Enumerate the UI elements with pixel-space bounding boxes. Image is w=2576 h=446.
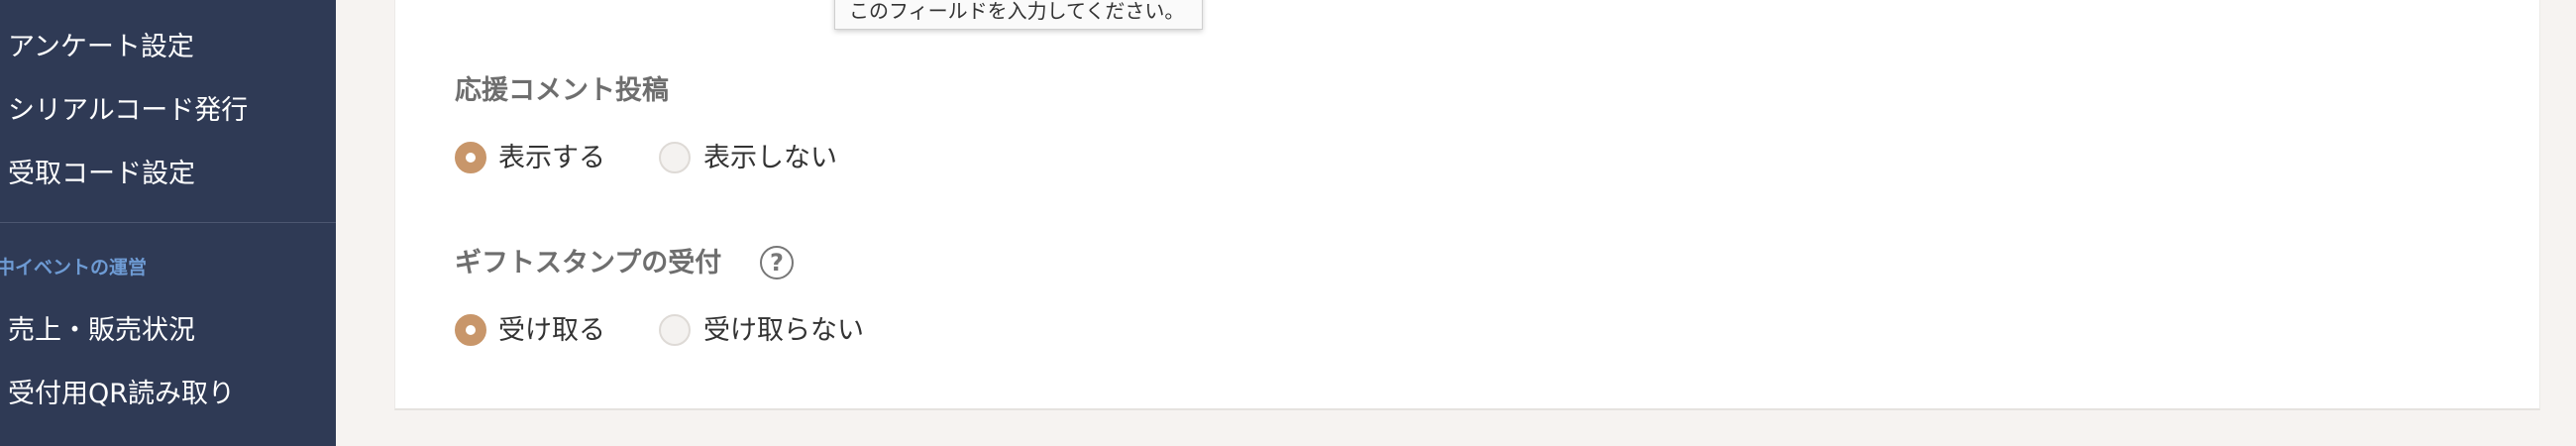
card-footer-area [394,412,2540,446]
sidebar-section-title: 中イベントの運営 [0,257,148,279]
support-comment-show-radio[interactable] [455,142,486,173]
sidebar-item-survey-settings[interactable]: アンケート設定 [8,34,194,60]
gift-stamp-reject-label[interactable]: 受け取らない [703,317,864,344]
validation-tooltip: このフィールドを入力してください。 [834,0,1203,30]
support-comment-label: 応援コメント投稿 [455,75,669,106]
settings-card [394,0,2540,410]
sidebar-divider [0,222,336,223]
gift-stamp-accept-radio[interactable] [455,314,486,346]
sidebar: アンケート設定 シリアルコード発行 受取コード設定 中イベントの運営 売上・販売… [0,0,336,446]
support-comment-show-label[interactable]: 表示する [498,145,605,171]
help-icon[interactable]: ? [760,246,794,279]
sidebar-item-serial-code[interactable]: シリアルコード発行 [8,97,248,124]
support-comment-hide-radio[interactable] [659,142,691,173]
gift-stamp-accept-label[interactable]: 受け取る [498,317,605,344]
sidebar-item-receipt-code[interactable]: 受取コード設定 [8,161,195,187]
gift-stamp-reject-radio[interactable] [659,314,691,346]
sidebar-item-sales-status[interactable]: 売上・販売状況 [8,317,195,344]
gift-stamp-label: ギフトスタンプの受付 [455,248,722,279]
sidebar-item-qr-reader[interactable]: 受付用QR読み取り [8,381,235,407]
support-comment-hide-label[interactable]: 表示しない [703,145,837,171]
